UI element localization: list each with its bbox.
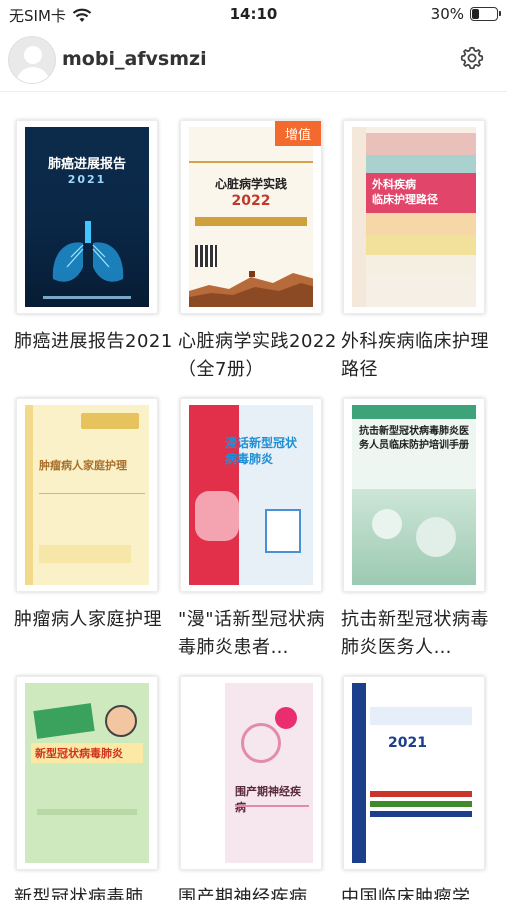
book-cover[interactable]: 增值 心脏病学实践 2022 [180,120,322,314]
cover-year: 2021 [67,173,107,186]
status-bar: 无SIM卡 14:10 30% [0,0,507,30]
book-cover[interactable]: 肺癌进展报告 2021 [16,120,158,314]
avatar[interactable] [8,36,56,84]
cover-title: 漫话新型冠状病毒肺炎 [225,436,298,466]
profile-header: mobi_afvsmzi [0,30,507,92]
avatar-head-shape [24,46,42,64]
book-title[interactable]: 新型冠状病毒肺… [14,884,174,900]
username[interactable]: mobi_afvsmzi [62,48,207,70]
cover-year: 2022 [231,193,271,209]
book-title[interactable]: 外科疾病临床护理路径 [341,328,501,384]
cover-title: 抗击新型冠状病毒肺炎医务人员临床防护培训手册 [359,426,469,451]
book-cover[interactable]: 新型冠状病毒肺炎 [16,676,158,870]
value-added-badge: 增值 [274,121,321,146]
battery-fill [472,9,479,19]
cover-title: 肿瘤病人家庭护理 [39,459,127,472]
cover-title: 心脏病学实践 [214,177,287,191]
book-cover[interactable]: 抗击新型冠状病毒肺炎医务人员临床防护培训手册 [343,398,485,592]
book-title[interactable]: "漫"话新型冠状病毒肺炎患者… [178,606,338,662]
book-title[interactable]: 心脏病学实践2022（全7册） [178,328,338,384]
lungs-illustration [52,221,124,282]
book-title[interactable]: 中国临床肿瘤学… [341,884,501,900]
book-title[interactable]: 围产期神经疾病… [178,884,338,900]
cover-title: 围产期神经疾病 [235,785,301,814]
status-right: 30% [430,5,501,23]
book-cover[interactable]: 围产期神经疾病 [180,676,322,870]
book-title[interactable]: 肿瘤病人家庭护理 [14,606,174,634]
book-cover[interactable]: 2021 [343,676,485,870]
cover-title: 新型冠状病毒肺炎 [31,743,143,763]
avatar-body-shape [16,67,50,83]
battery-icon [470,7,501,21]
great-wall-illustration [189,271,313,307]
book-cover[interactable]: 漫话新型冠状病毒肺炎 [180,398,322,592]
cover-title: 肺癌进展报告 [47,157,126,172]
cover-title: 外科疾病 临床护理路径 [372,178,438,206]
book-title[interactable]: 肺癌进展报告2021 [14,328,174,356]
cover-year: 2021 [388,735,427,751]
book-title[interactable]: 抗击新型冠状病毒肺炎医务人… [341,606,501,662]
book-cover[interactable]: 肿瘤病人家庭护理 [16,398,158,592]
battery-percent: 30% [430,5,464,23]
book-cover[interactable]: 外科疾病 临床护理路径 [343,120,485,314]
gear-icon[interactable] [459,45,485,71]
